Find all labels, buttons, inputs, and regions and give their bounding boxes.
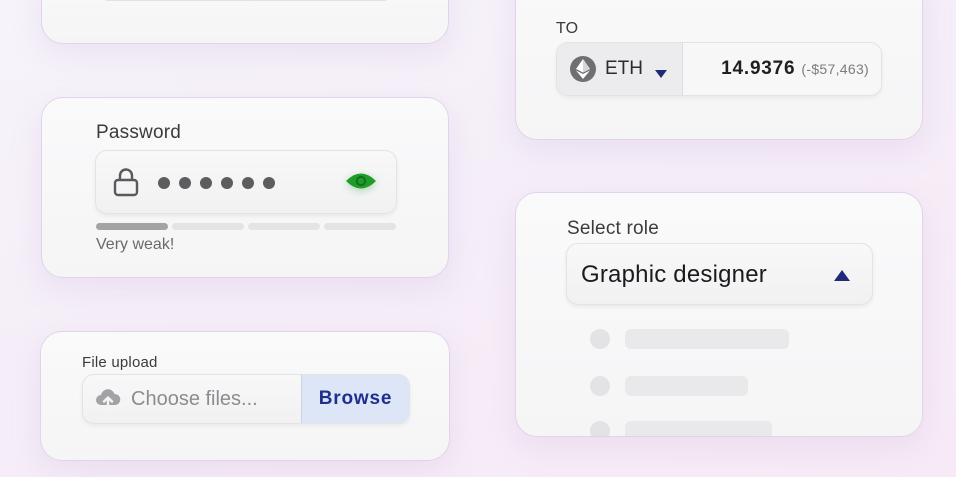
- role-option-placeholder[interactable]: [590, 329, 789, 349]
- password-strength-meter: [96, 223, 396, 230]
- file-input-placeholder: Choose files...: [131, 388, 258, 410]
- role-selected-value: Graphic designer: [581, 261, 767, 288]
- mask-dot: [221, 177, 233, 189]
- strength-segment: [96, 223, 168, 230]
- mask-dot: [242, 177, 254, 189]
- password-mask: [158, 177, 275, 189]
- token-name: ETH: [605, 58, 643, 79]
- amount-input[interactable]: 14.9376 (-$57,463): [683, 43, 881, 95]
- file-upload-card: File upload Choose files... Browse: [40, 331, 450, 461]
- to-amount-field: ETH 14.9376 (-$57,463): [556, 42, 882, 96]
- lock-icon: [113, 167, 139, 202]
- mask-dot: [200, 177, 212, 189]
- strength-segment: [248, 223, 320, 230]
- amount-usd: (-$57,463): [801, 61, 869, 77]
- cloud-upload-icon: [95, 388, 121, 415]
- option-radio: [590, 329, 610, 349]
- file-upload-field[interactable]: Choose files... Browse: [82, 374, 410, 424]
- strength-segment: [172, 223, 244, 230]
- file-input[interactable]: Choose files...: [83, 375, 301, 423]
- mask-dot: [179, 177, 191, 189]
- option-label-placeholder: [625, 329, 789, 349]
- select-role-card: Select role Graphic designer: [515, 192, 923, 437]
- browse-button[interactable]: Browse: [301, 375, 409, 423]
- mask-dot: [263, 177, 275, 189]
- password-card: Password Very weak!: [41, 97, 449, 278]
- password-field[interactable]: [95, 150, 397, 214]
- role-select[interactable]: Graphic designer: [566, 243, 873, 305]
- mask-dot: [158, 177, 170, 189]
- role-option-placeholder[interactable]: [590, 421, 772, 436]
- option-label-placeholder: [625, 376, 748, 396]
- eye-icon[interactable]: [344, 168, 378, 199]
- option-radio: [590, 421, 610, 436]
- option-radio: [590, 376, 610, 396]
- strength-segment: [324, 223, 396, 230]
- select-role-label: Select role: [567, 218, 659, 239]
- to-label: TO: [556, 20, 579, 37]
- exchange-to-card: TO ETH 14.9376 (-$57,463): [515, 0, 923, 140]
- strength-hint: Very weak!: [96, 236, 175, 253]
- file-upload-label: File upload: [82, 354, 158, 371]
- top-left-card: [41, 0, 449, 44]
- partial-field: [102, 0, 390, 1]
- caret-down-icon: [655, 65, 667, 83]
- option-label-placeholder: [625, 421, 772, 436]
- ethereum-icon: [570, 56, 596, 82]
- amount-value: 14.9376: [721, 58, 796, 79]
- token-select[interactable]: ETH: [557, 43, 683, 95]
- role-option-placeholder[interactable]: [590, 376, 748, 396]
- password-label: Password: [96, 122, 182, 143]
- caret-up-icon[interactable]: [834, 268, 850, 286]
